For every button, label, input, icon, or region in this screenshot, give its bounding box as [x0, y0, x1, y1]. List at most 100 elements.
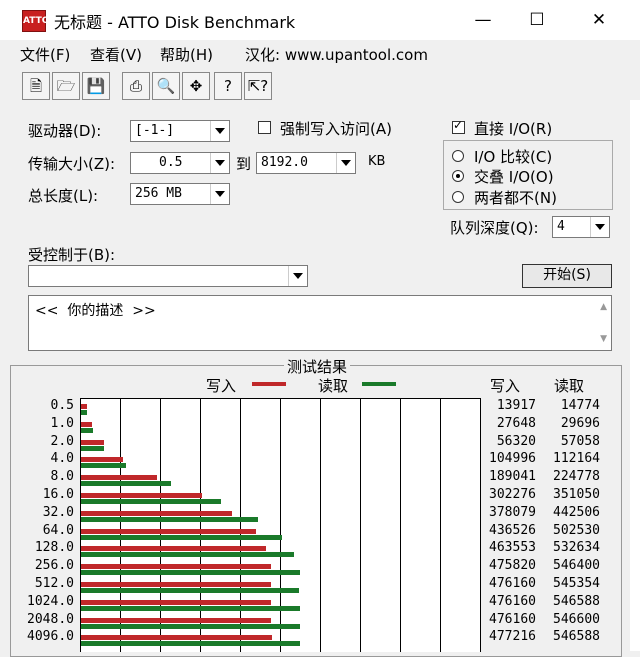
y-tick-label: 0.5 — [50, 398, 74, 413]
transfer-to-select[interactable]: 8192.0 — [256, 152, 356, 174]
save-icon[interactable]: 💾 — [82, 72, 110, 100]
write-bar — [81, 404, 87, 409]
grid-line — [320, 399, 321, 652]
scroll-up-icon[interactable]: ▲ — [600, 302, 607, 312]
write-value: 475820 — [489, 558, 536, 574]
write-bar — [81, 617, 272, 623]
write-value: 56320 — [496, 433, 536, 449]
help-icon[interactable]: ? — [214, 72, 242, 100]
read-bar — [81, 463, 126, 469]
read-bar — [81, 588, 300, 593]
force-write-checkbox[interactable] — [258, 121, 271, 134]
write-value: 189041 — [489, 469, 536, 485]
read-bar — [81, 445, 104, 451]
y-tick-label: 256.0 — [34, 558, 74, 574]
total-length-select[interactable]: 256 MB — [130, 183, 230, 205]
read-value: 351050 — [553, 487, 600, 502]
chevron-down-icon — [590, 217, 609, 237]
write-bar — [81, 599, 272, 605]
chevron-down-icon — [210, 121, 229, 141]
read-bar — [81, 552, 295, 558]
menu-bar: 文件(F) 查看(V) 帮助(H) 汉化: www.upantool.com — [0, 40, 640, 68]
start-button[interactable]: 开始(S) — [522, 264, 612, 288]
read-value: 546588 — [553, 629, 600, 645]
read-value: 546400 — [553, 558, 600, 574]
write-value: 302276 — [489, 487, 536, 502]
write-bar — [81, 546, 267, 552]
context-help-icon[interactable]: ⇱? — [244, 72, 272, 100]
y-tick-label: 4.0 — [50, 451, 74, 467]
grid-line — [440, 399, 441, 652]
close-button[interactable]: ✕ — [584, 8, 614, 32]
y-tick-label: 512.0 — [34, 576, 74, 591]
legend-read-swatch — [362, 382, 396, 386]
transfer-from-select[interactable]: 0.5 — [130, 152, 230, 174]
grid-line — [360, 399, 361, 652]
controlled-by-select[interactable] — [28, 265, 308, 287]
overlap-io-label: 交叠 I/O(O) — [474, 168, 554, 186]
read-bar — [81, 410, 87, 415]
y-tick-label: 32.0 — [42, 504, 74, 520]
print-icon[interactable]: ⎙ — [122, 72, 150, 100]
y-tick-label: 128.0 — [34, 540, 74, 556]
grid-line — [160, 399, 161, 652]
menu-view[interactable]: 查看(V) — [90, 44, 142, 65]
transfer-size-label: 传输大小(Z): — [28, 155, 116, 173]
overlap-io-radio[interactable] — [452, 170, 464, 182]
write-value: 27648 — [496, 415, 536, 431]
scroll-down-icon[interactable]: ▼ — [600, 334, 607, 344]
direct-io-checkbox[interactable]: ✓ — [452, 118, 465, 134]
grid-line — [240, 399, 241, 652]
y-tick-label: 16.0 — [42, 487, 74, 502]
grid-line — [200, 399, 201, 652]
move-icon[interactable]: ✥ — [182, 72, 210, 100]
write-bar — [81, 635, 272, 641]
kb-label: KB — [368, 154, 386, 169]
y-tick-label: 2048.0 — [27, 611, 74, 627]
force-write-label: 强制写入访问(A) — [280, 120, 392, 138]
to-label: 到 — [236, 155, 252, 173]
background-window-strip — [630, 100, 640, 651]
maximize-button[interactable]: ☐ — [522, 8, 552, 32]
chevron-down-icon — [210, 184, 229, 204]
write-bar — [81, 475, 157, 481]
write-value: 476160 — [489, 611, 536, 627]
legend-read-label: 读取 — [318, 377, 349, 395]
write-value: 104996 — [489, 451, 536, 467]
write-bar — [81, 510, 233, 516]
window-title: 无标题 - ATTO Disk Benchmark — [54, 13, 296, 32]
read-bar — [81, 623, 300, 629]
minimize-button[interactable]: — — [468, 8, 498, 32]
open-folder-icon[interactable]: 🗁 — [52, 72, 80, 100]
neither-radio[interactable] — [452, 191, 464, 203]
column-read-header: 读取 — [554, 377, 585, 395]
menu-localization[interactable]: 汉化: www.upantool.com — [245, 44, 428, 65]
io-compare-radio[interactable] — [452, 150, 464, 162]
menu-help[interactable]: 帮助(H) — [160, 44, 213, 65]
write-value: 476160 — [489, 576, 536, 591]
app-icon: ATTO — [22, 10, 49, 32]
write-value: 476160 — [489, 593, 536, 609]
write-value: 477216 — [489, 629, 536, 645]
controlled-by-label: 受控制于(B): — [28, 246, 116, 264]
neither-label: 两者都不(N) — [474, 189, 557, 207]
results-chart — [80, 398, 481, 652]
description-text: << 你的描述 >> — [35, 303, 156, 319]
drive-select[interactable]: [-1-] — [130, 120, 230, 142]
read-value: 532634 — [553, 540, 600, 556]
chevron-down-icon — [210, 153, 229, 173]
menu-file[interactable]: 文件(F) — [20, 44, 70, 65]
write-bar — [81, 564, 272, 570]
print-preview-icon[interactable]: 🔍 — [152, 72, 180, 100]
write-bar — [81, 528, 256, 534]
chevron-down-icon — [288, 266, 307, 286]
read-value: 29696 — [560, 415, 600, 431]
title-bar: ATTO 无标题 - ATTO Disk Benchmark — ☐ ✕ — [0, 0, 640, 40]
read-bar — [81, 641, 300, 647]
write-bar — [81, 457, 123, 463]
read-bar — [81, 516, 258, 522]
description-textarea[interactable]: << 你的描述 >> ▲ ▼ — [28, 295, 612, 351]
grid-line — [400, 399, 401, 652]
new-file-icon[interactable]: 🗎 — [22, 72, 50, 100]
queue-depth-select[interactable]: 4 — [552, 216, 610, 238]
